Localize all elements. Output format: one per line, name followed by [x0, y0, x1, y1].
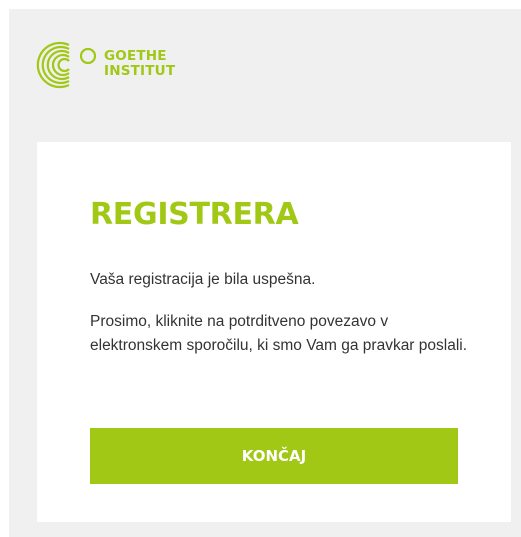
- logo-wordmark: GOETHE INSTITUT: [104, 49, 175, 79]
- logo-line-2: INSTITUT: [104, 63, 176, 79]
- page-background: GOETHE INSTITUT REGISTRERA Vaša registra…: [9, 9, 521, 537]
- goethe-logo-icon: [36, 37, 98, 91]
- goethe-logo[interactable]: GOETHE INSTITUT: [36, 37, 175, 91]
- success-message: Vaša registracija je bila uspešna.: [90, 271, 316, 288]
- instruction-message: Prosimo, kliknite na potrditveno povezav…: [90, 313, 468, 354]
- page-title: REGISTRERA: [90, 197, 299, 232]
- finish-button[interactable]: KONČAJ: [90, 428, 458, 484]
- registration-card: REGISTRERA Vaša registracija je bila usp…: [37, 142, 511, 522]
- logo-line-1: GOETHE: [104, 48, 167, 64]
